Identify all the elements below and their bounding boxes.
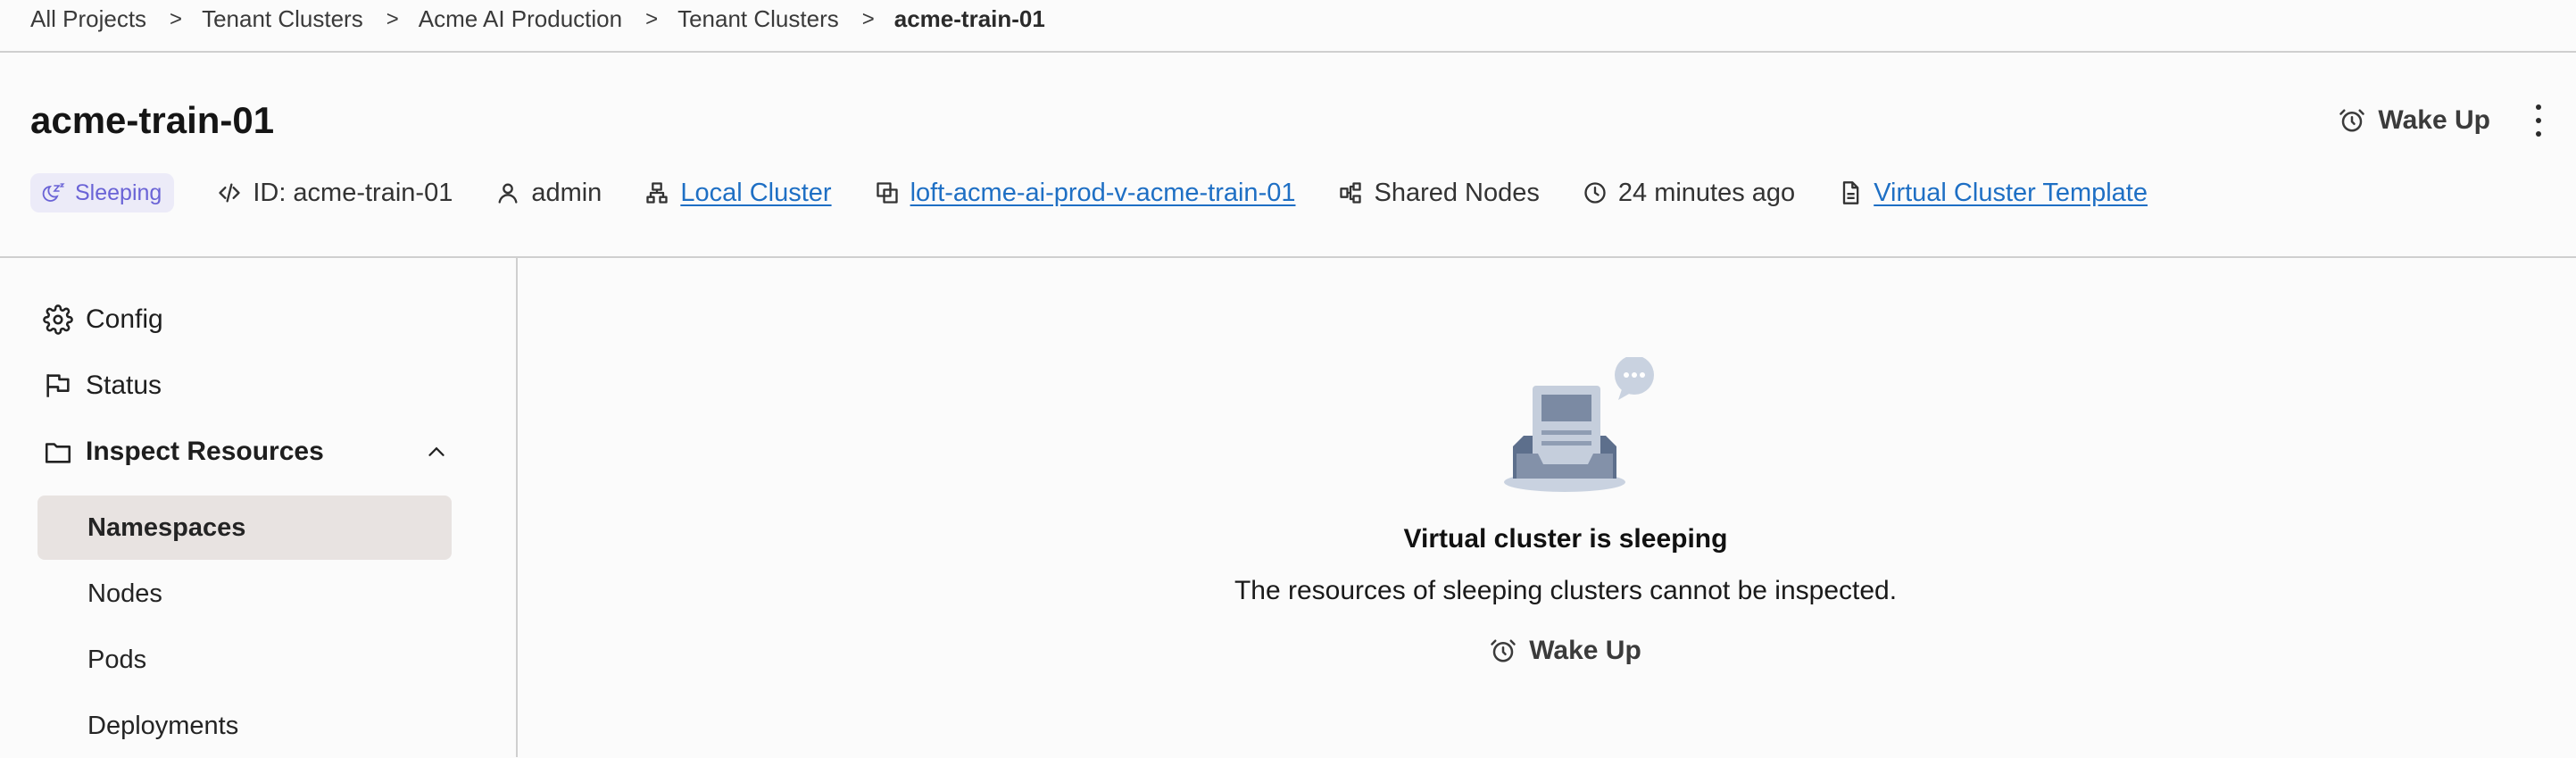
alarm-clock-icon [1490, 637, 1517, 664]
breadcrumb-project[interactable]: Acme AI Production [419, 5, 622, 33]
breadcrumb-current: acme-train-01 [893, 5, 1045, 32]
page-header: acme-train-01 Wake Up Sleeping ID: acme-… [0, 53, 2576, 258]
sidebar-item-label: Namespaces [87, 512, 246, 542]
alarm-clock-icon [2339, 107, 2365, 134]
breadcrumb-separator: > [170, 6, 183, 31]
breadcrumb-all-projects[interactable]: All Projects [30, 5, 146, 33]
meta-created-label: 24 minutes ago [1617, 178, 1796, 207]
breadcrumb-separator: > [645, 6, 659, 31]
breadcrumb-tenant-clusters[interactable]: Tenant Clusters [202, 5, 363, 33]
breadcrumb: All Projects > Tenant Clusters > Acme AI… [0, 0, 2576, 53]
kebab-menu-icon[interactable] [2531, 104, 2546, 137]
wake-up-button[interactable]: Wake Up [2339, 105, 2490, 136]
sidebar-item-config[interactable]: Config [43, 304, 163, 335]
sidebar-item-label: Nodes [87, 579, 162, 608]
empty-state-action: Wake Up [519, 636, 2576, 666]
sidebar: Config Status Inspect Resources Namespac… [0, 258, 518, 757]
sidebar-item-label: Inspect Resources [86, 437, 324, 466]
meta-nodes: Shared Nodes [1338, 178, 1540, 208]
sleep-zzz-icon [39, 182, 66, 204]
header-actions: Wake Up [2339, 104, 2546, 137]
breadcrumb-separator: > [386, 6, 399, 31]
wake-up-label: Wake Up [2378, 105, 2490, 135]
meta-row: Sleeping ID: acme-train-01 admin Local C… [30, 173, 2190, 212]
status-badge: Sleeping [30, 173, 175, 212]
empty-wake-up-button[interactable]: Wake Up [1490, 636, 1641, 666]
sidebar-item-label: Config [86, 304, 163, 334]
sidebar-item-label: Deployments [87, 711, 239, 740]
status-badge-label: Sleeping [75, 179, 162, 205]
breadcrumb-separator: > [861, 6, 875, 31]
meta-id-label: ID: acme-train-01 [253, 178, 453, 207]
gear-icon [43, 304, 73, 335]
main-content: Virtual cluster is sleeping The resource… [519, 258, 2576, 757]
meta-owner-label: admin [531, 178, 602, 207]
breadcrumb-project-tenant-clusters[interactable]: Tenant Clusters [677, 5, 839, 33]
user-icon [495, 180, 520, 205]
sidebar-item-deployments[interactable]: Deployments [37, 694, 452, 758]
copy-icon [875, 180, 900, 205]
flag-icon [43, 371, 73, 401]
folder-icon [43, 437, 73, 467]
sidebar-item-label: Pods [87, 645, 147, 674]
sidebar-item-label: Status [86, 371, 162, 400]
sidebar-item-pods[interactable]: Pods [37, 628, 452, 692]
meta-id: ID: acme-train-01 [217, 179, 453, 208]
sidebar-item-namespaces[interactable]: Namespaces [37, 496, 452, 560]
chevron-up-icon[interactable] [423, 438, 450, 470]
clock-icon [1583, 180, 1608, 205]
sitemap-icon [644, 180, 669, 205]
meta-created: 24 minutes ago [1583, 179, 1795, 208]
shared-nodes-icon [1338, 180, 1363, 205]
empty-state-description: The resources of sleeping clusters canno… [1234, 576, 1898, 605]
code-icon [217, 180, 242, 205]
local-cluster-link[interactable]: Local Cluster [680, 179, 831, 208]
sidebar-item-status[interactable]: Status [43, 371, 162, 401]
inbox-illustration-icon [1504, 355, 1665, 500]
namespace-link[interactable]: loft-acme-ai-prod-v-acme-train-01 [910, 179, 1296, 208]
document-icon [1838, 180, 1863, 205]
meta-nodes-label: Shared Nodes [1374, 178, 1540, 207]
empty-state-title: Virtual cluster is sleeping [1403, 524, 1728, 554]
sidebar-item-nodes[interactable]: Nodes [37, 562, 452, 626]
meta-namespace: loft-acme-ai-prod-v-acme-train-01 [875, 179, 1296, 208]
meta-cluster: Local Cluster [644, 179, 832, 208]
page-title: acme-train-01 [30, 99, 275, 141]
meta-template: Virtual Cluster Template [1838, 179, 2148, 208]
wake-up-label: Wake Up [1529, 636, 1641, 665]
sidebar-item-inspect-resources[interactable]: Inspect Resources [43, 437, 324, 467]
meta-owner: admin [495, 179, 602, 208]
template-link[interactable]: Virtual Cluster Template [1874, 179, 2148, 208]
